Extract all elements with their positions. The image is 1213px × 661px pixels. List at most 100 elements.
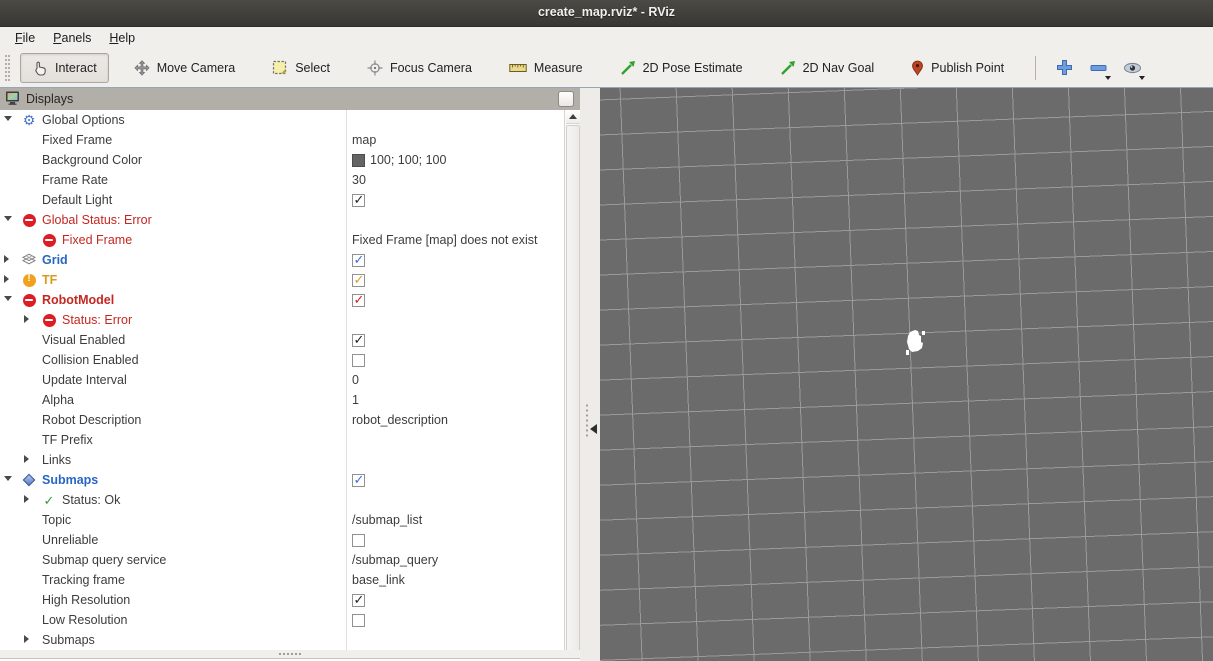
tree-row-tf[interactable]: TF✓ <box>0 270 564 290</box>
chevron-right-icon[interactable] <box>24 635 29 643</box>
tree-row-fixed-frame[interactable]: Fixed Framemap <box>0 130 564 150</box>
scrollbar-thumb[interactable] <box>566 125 580 661</box>
visibility-button[interactable] <box>1118 54 1146 82</box>
checkbox[interactable]: ✓ <box>352 254 365 267</box>
tree-row-update-interval[interactable]: Update Interval0 <box>0 370 564 390</box>
value-text: 100; 100; 100 <box>370 153 446 167</box>
property-value[interactable]: ✓ <box>352 593 562 607</box>
tree-row-high-resolution[interactable]: High Resolution✓ <box>0 590 564 610</box>
tool-select-button[interactable]: Select <box>260 53 342 83</box>
tree-row-robotmodel[interactable]: RobotModel✓ <box>0 290 564 310</box>
property-value[interactable]: 100; 100; 100 <box>352 153 562 167</box>
tree-row-submap-query-service[interactable]: Submap query service/submap_query <box>0 550 564 570</box>
add-display-button[interactable] <box>1050 54 1078 82</box>
panel-viewport-splitter[interactable] <box>580 88 600 661</box>
checkbox[interactable]: ✓ <box>352 274 365 287</box>
tree-row-grid[interactable]: Grid✓ <box>0 250 564 270</box>
tree-row-links[interactable]: Links <box>0 450 564 470</box>
value-text: /submap_query <box>352 553 438 567</box>
tree-row-global-status-error[interactable]: Global Status: Error <box>0 210 564 230</box>
property-value[interactable]: 30 <box>352 173 562 187</box>
tool-measure-button[interactable]: Measure <box>497 54 595 82</box>
property-value[interactable]: ✓ <box>352 253 562 267</box>
tree-row-visual-enabled[interactable]: Visual Enabled✓ <box>0 330 564 350</box>
property-value[interactable] <box>352 613 562 627</box>
menu-item-help[interactable]: Help <box>100 29 144 47</box>
checkbox[interactable] <box>352 614 365 627</box>
3d-viewport[interactable] <box>600 88 1213 661</box>
checkbox[interactable] <box>352 354 365 367</box>
chevron-down-icon[interactable] <box>4 216 12 221</box>
tree-row-unreliable[interactable]: Unreliable <box>0 530 564 550</box>
menu-item-panels[interactable]: Panels <box>44 29 100 47</box>
checkbox[interactable]: ✓ <box>352 194 365 207</box>
chevron-down-icon[interactable] <box>4 476 12 481</box>
tree-row-fixed-frame[interactable]: Fixed FrameFixed Frame [map] does not ex… <box>0 230 564 250</box>
checkbox[interactable]: ✓ <box>352 594 365 607</box>
property-value[interactable]: ✓ <box>352 193 562 207</box>
checkbox[interactable]: ✓ <box>352 334 365 347</box>
property-value[interactable]: robot_description <box>352 413 562 427</box>
checkbox[interactable] <box>352 534 365 547</box>
chevron-right-icon[interactable] <box>4 255 9 263</box>
checkmark-icon: ✓ <box>354 332 365 348</box>
dropdown-caret-icon[interactable] <box>1139 76 1145 80</box>
tree-row-global-options[interactable]: ⚙Global Options <box>0 110 564 130</box>
chevron-right-icon[interactable] <box>24 495 29 503</box>
tool-publish-point-button[interactable]: Publish Point <box>899 53 1016 83</box>
property-value[interactable]: ✓ <box>352 333 562 347</box>
toolbar-drag-handle[interactable] <box>5 55 10 81</box>
property-value[interactable]: 0 <box>352 373 562 387</box>
property-value[interactable]: base_link <box>352 573 562 587</box>
tool-focus-camera-button[interactable]: Focus Camera <box>355 53 484 83</box>
tree-row-collision-enabled[interactable]: Collision Enabled <box>0 350 564 370</box>
chevron-right-icon[interactable] <box>24 315 29 323</box>
tree-row-submaps[interactable]: Submaps <box>0 630 564 650</box>
tool-2d-pose-estimate-button[interactable]: 2D Pose Estimate <box>608 53 755 83</box>
checkbox[interactable]: ✓ <box>352 294 365 307</box>
chevron-down-icon[interactable] <box>4 116 12 121</box>
tree-row-robot-description[interactable]: Robot Descriptionrobot_description <box>0 410 564 430</box>
titlebar[interactable]: create_map.rviz* - RViz <box>0 0 1213 27</box>
diamond-icon <box>22 473 36 487</box>
property-value[interactable]: /submap_list <box>352 513 562 527</box>
property-value[interactable]: /submap_query <box>352 553 562 567</box>
tree-row-frame-rate[interactable]: Frame Rate30 <box>0 170 564 190</box>
property-value[interactable]: ✓ <box>352 473 562 487</box>
property-value[interactable] <box>352 533 562 547</box>
tree-row-status-ok[interactable]: ✓Status: Ok <box>0 490 564 510</box>
menu-item-file[interactable]: File <box>6 29 44 47</box>
tree-row-background-color[interactable]: Background Color100; 100; 100 <box>0 150 564 170</box>
tree-row-tf-prefix[interactable]: TF Prefix <box>0 430 564 450</box>
tree-row-alpha[interactable]: Alpha1 <box>0 390 564 410</box>
displays-panel-header[interactable]: Displays <box>0 88 580 110</box>
scroll-up-button[interactable] <box>566 110 580 124</box>
horizontal-splitter[interactable] <box>0 650 580 658</box>
property-value[interactable]: map <box>352 133 562 147</box>
tree-row-submaps[interactable]: Submaps✓ <box>0 470 564 490</box>
grid-icon <box>22 253 36 267</box>
rviz-window: create_map.rviz* - RViz FilePanelsHelp I… <box>0 0 1213 661</box>
property-value[interactable] <box>352 353 562 367</box>
tool-interact-button[interactable]: Interact <box>20 53 109 83</box>
remove-display-button[interactable] <box>1084 54 1112 82</box>
panel-float-button[interactable] <box>558 91 574 107</box>
collapse-left-icon[interactable] <box>590 424 597 434</box>
dropdown-caret-icon[interactable] <box>1105 76 1111 80</box>
tool-move-camera-button[interactable]: Move Camera <box>122 53 248 83</box>
chevron-right-icon[interactable] <box>24 455 29 463</box>
property-value[interactable]: ✓ <box>352 273 562 287</box>
tree-row-status-error[interactable]: Status: Error <box>0 310 564 330</box>
checkbox[interactable]: ✓ <box>352 474 365 487</box>
property-value[interactable]: ✓ <box>352 293 562 307</box>
property-value[interactable]: Fixed Frame [map] does not exist <box>352 233 562 247</box>
property-value[interactable]: 1 <box>352 393 562 407</box>
tree-row-tracking-frame[interactable]: Tracking framebase_link <box>0 570 564 590</box>
tree-scrollbar[interactable] <box>564 110 580 661</box>
chevron-down-icon[interactable] <box>4 296 12 301</box>
tree-row-low-resolution[interactable]: Low Resolution <box>0 610 564 630</box>
tool-2d-nav-goal-button[interactable]: 2D Nav Goal <box>768 53 887 83</box>
tree-row-topic[interactable]: Topic/submap_list <box>0 510 564 530</box>
tree-row-default-light[interactable]: Default Light✓ <box>0 190 564 210</box>
chevron-right-icon[interactable] <box>4 275 9 283</box>
